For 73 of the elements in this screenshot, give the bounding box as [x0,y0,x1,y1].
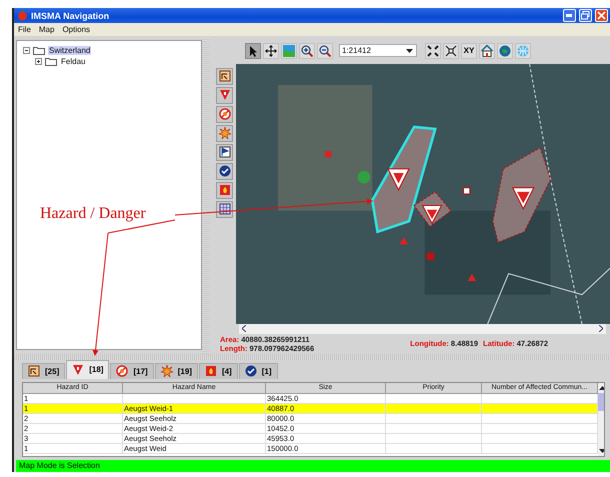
checkmark-icon [218,165,230,178]
tab[interactable]: [18] [66,360,110,379]
check-layer-button[interactable] [216,162,233,180]
map-sign-icon [28,365,40,378]
full-extent-tool-button[interactable] [425,42,441,59]
horizontal-scrollbar[interactable] [239,324,606,334]
globe-icon [517,44,529,57]
hazard-layer-button[interactable] [216,86,233,104]
leader-line [108,220,176,234]
home-icon [481,44,493,57]
restore-button[interactable] [579,9,592,22]
warning-triangle-icon [218,89,230,102]
prohibited-icon [116,365,128,378]
explosion-layer-button[interactable] [216,124,233,142]
explosion-icon [218,127,230,140]
tab[interactable]: [1] [238,362,278,379]
map-sign-icon [218,70,230,82]
vertical-scrollbar[interactable] [598,382,604,456]
zoom-in-tool-button[interactable] [299,42,315,59]
fire-icon [204,365,217,378]
zoom-extent-tool-button[interactable] [443,42,459,59]
caret-icon [406,48,413,53]
flag-layer-button[interactable] [216,144,233,161]
tree-item[interactable]: Feldau [60,56,86,66]
minimize-icon [566,14,573,18]
fire-icon [218,184,230,196]
move-icon [265,44,277,57]
window-title: IMSMA Navigation [31,10,110,21]
globe-tool-button[interactable] [497,42,513,59]
tab[interactable]: [17] [110,362,154,379]
folder-icon [45,56,57,66]
close-icon [597,11,606,20]
annotation-text: Hazard / Danger [40,205,146,223]
pan-tool-button[interactable] [263,42,279,59]
minimize-button[interactable] [563,9,576,22]
menu-item[interactable]: Options [62,25,90,34]
status-text: Map Mode is Selection [19,461,100,470]
collapse-icon[interactable] [23,46,30,54]
select-tool-button[interactable] [245,42,261,59]
zoom-in-icon [301,44,313,57]
checkmark-icon [244,365,257,378]
landscape-icon [283,44,295,57]
prohibited-icon [218,108,230,120]
minefield-layer-button[interactable] [216,68,233,85]
zoom-out-icon [319,44,331,57]
pointer-icon [247,44,259,57]
tab[interactable]: [4] [198,362,238,379]
scale-dropdown[interactable]: 1:21412 [339,44,417,58]
close-button[interactable] [595,9,608,22]
apple-icon [17,10,28,22]
expand-icon [427,44,439,57]
restore-icon [581,11,590,20]
zoom-out-tool-button[interactable] [317,42,333,59]
tree-item[interactable]: Switzerland [48,46,92,55]
down-arrow-icon[interactable] [598,448,604,453]
grid-icon [218,203,230,216]
expand-icon[interactable] [35,58,42,65]
up-arrow-icon[interactable] [598,386,604,390]
xy-button[interactable]: XY [461,42,477,59]
home-tool-button[interactable] [479,42,495,59]
menu-item[interactable]: File [18,25,31,34]
explosion-icon [160,365,173,378]
menu-item[interactable]: Map [38,25,54,34]
grid-layer-button[interactable] [216,200,233,218]
splitter-handle[interactable] [202,38,210,354]
warning-triangle-icon [72,364,84,376]
fit-icon [445,44,457,57]
folder-icon [33,46,45,55]
tab[interactable]: [25] [22,362,66,379]
tab[interactable]: [19] [154,362,198,379]
no-entry-layer-button[interactable] [216,106,233,123]
flag-icon [218,146,230,158]
globe-icon [499,44,511,57]
